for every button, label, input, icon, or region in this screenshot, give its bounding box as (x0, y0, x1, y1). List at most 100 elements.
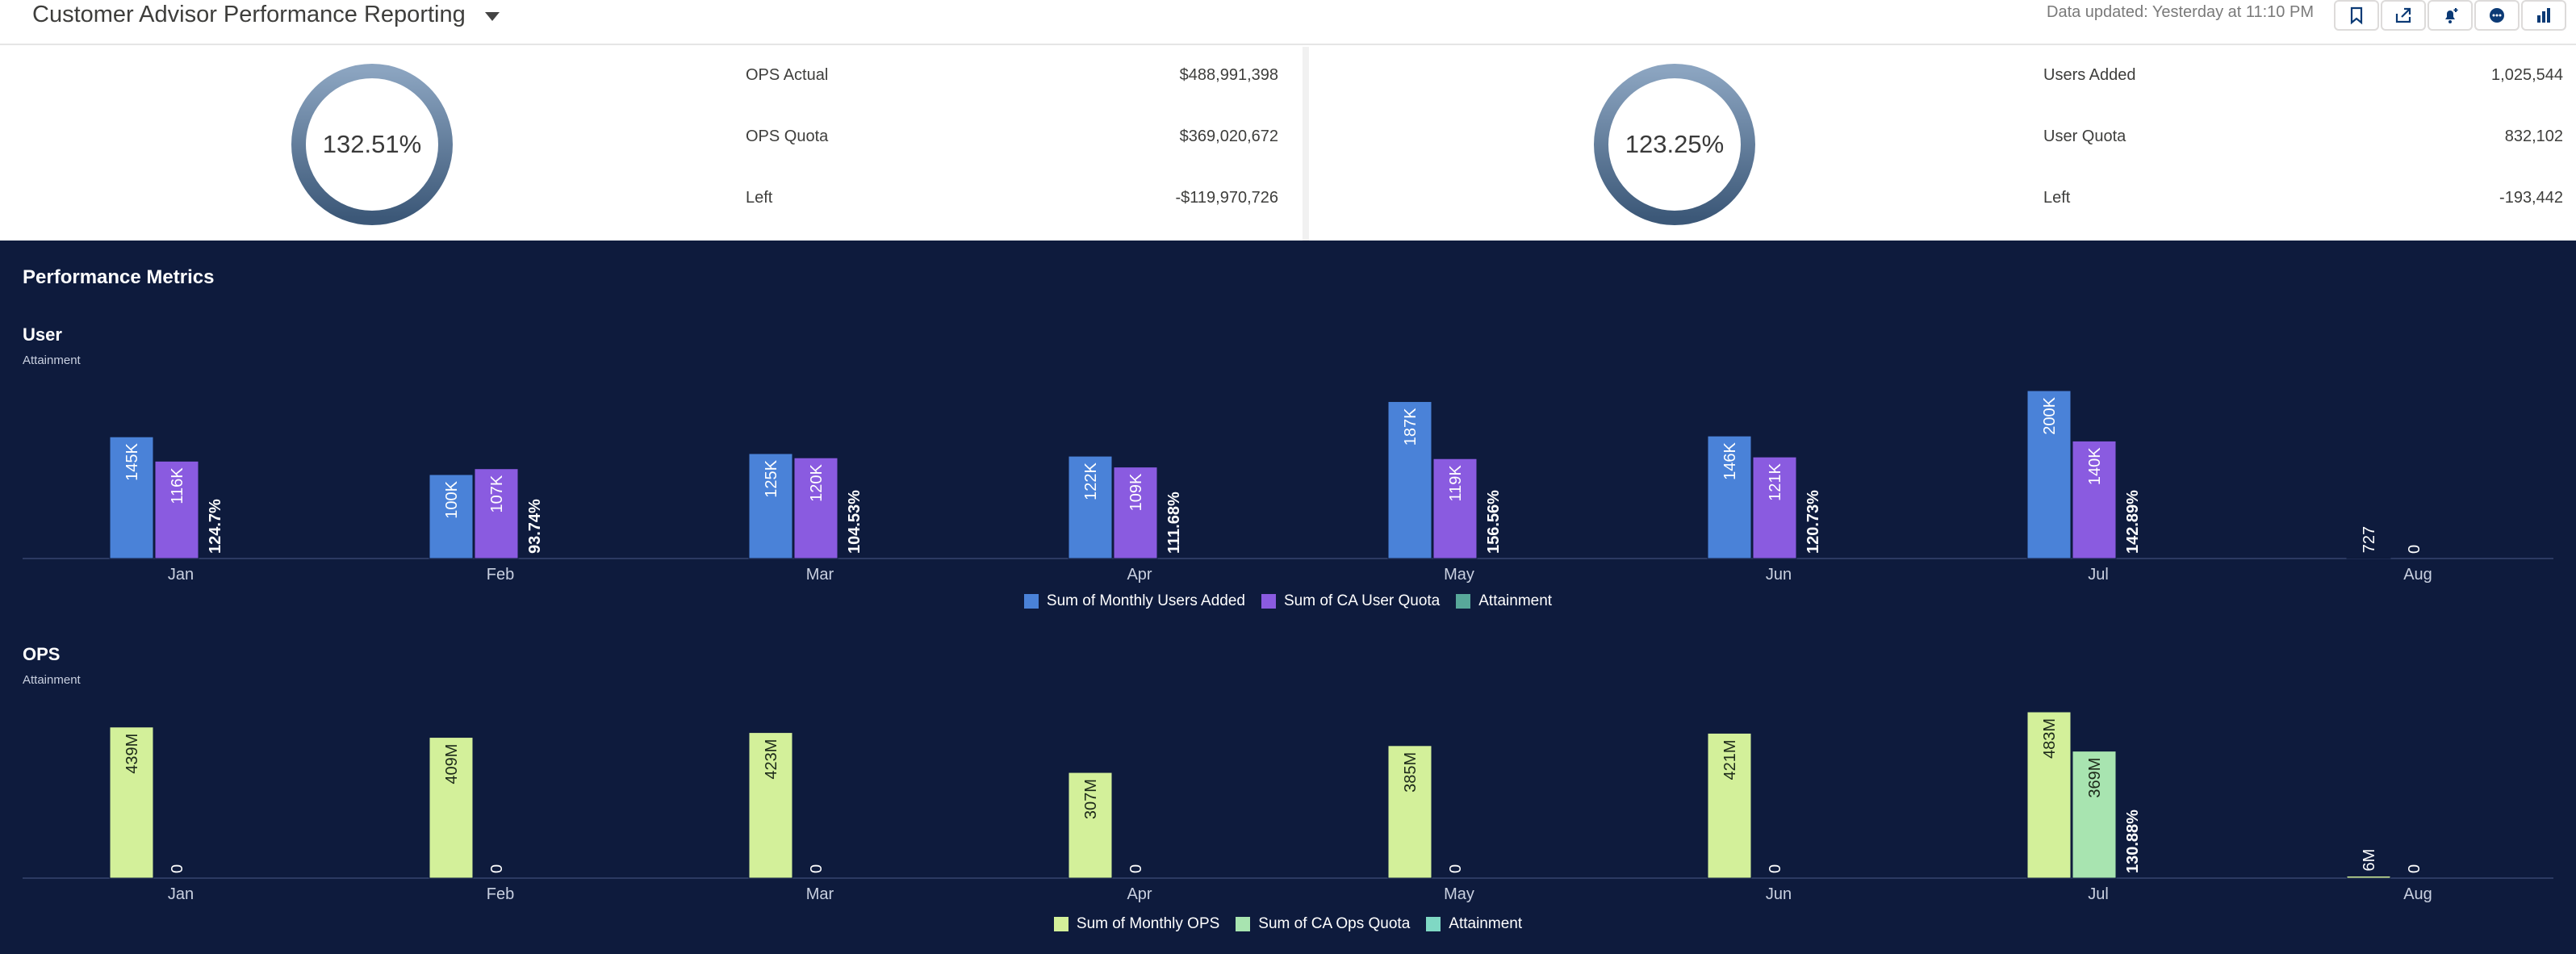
data-label: 107K (488, 475, 506, 513)
attainment-label: 104.53% (846, 490, 864, 554)
data-label: 116K (169, 467, 186, 504)
legend-item[interactable]: Sum of Monthly OPS (1053, 915, 1219, 933)
share-icon (2395, 7, 2411, 23)
legend-label: Sum of CA User Quota (1284, 592, 1441, 609)
data-label: 0 (1447, 864, 1465, 873)
kpi-value: -$119,970,726 (1175, 188, 1278, 207)
data-label: 0 (1127, 864, 1145, 873)
x-tick-label: Apr (1127, 885, 1152, 903)
data-label: 146K (1721, 442, 1739, 480)
x-tick-label: Jun (1766, 885, 1792, 903)
data-label: 0 (2406, 545, 2423, 554)
data-label: 120K (808, 464, 826, 502)
kpi-label: User Quota (2043, 127, 2126, 145)
legend-swatch (1261, 594, 1276, 609)
ops-chart-title: OPS (23, 644, 61, 664)
data-label: 119K (1447, 465, 1465, 502)
ops-bar-chart[interactable]: 439M 0 Jan 409M 0 Feb 423M 0 Mar 307M 0 Apr 385M 0 May… (0, 688, 2576, 930)
kpi-value: -193,442 (2499, 188, 2563, 207)
data-label: 409M (443, 744, 461, 785)
x-tick-label: Mar (806, 885, 834, 903)
data-label: 109K (1127, 473, 1145, 511)
attainment-label: 156.56% (1485, 490, 1503, 554)
chart-button[interactable] (2521, 0, 2566, 31)
data-label: 385M (1402, 752, 1420, 793)
kpi-row-ops-left: Left -$119,970,726 (746, 186, 1278, 210)
kpi-value: 832,102 (2504, 127, 2563, 145)
kpi-label: Left (746, 188, 773, 207)
x-tick-label: Jul (2088, 566, 2109, 584)
panel-divider (1303, 47, 1309, 241)
attainment-label: 120.73% (1804, 490, 1822, 554)
legend-swatch (1426, 917, 1441, 931)
ops-chart-subtitle: Attainment (23, 673, 81, 687)
x-tick-label: Jan (168, 566, 194, 584)
chart-icon (2537, 8, 2550, 23)
legend-swatch (1456, 594, 1471, 609)
attainment-label: 142.89% (2124, 490, 2142, 554)
user-chart-subtitle: Attainment (23, 354, 81, 367)
kpi-label: Users Added (2043, 65, 2136, 84)
data-label: 100K (443, 480, 461, 518)
legend-item[interactable]: Sum of CA Ops Quota (1236, 915, 1410, 933)
bookmark-icon (2350, 6, 2363, 25)
data-label: 0 (2406, 864, 2423, 873)
legend-label: Attainment (1478, 592, 1553, 609)
notify-icon (2445, 8, 2458, 23)
chevron-down-icon[interactable] (484, 11, 500, 21)
ops-chart-legend: Sum of Monthly OPS Sum of CA Ops Quota A… (0, 915, 2576, 933)
data-label: 125K (763, 459, 780, 497)
user-chart-title: User (23, 324, 62, 345)
legend-item[interactable]: Attainment (1426, 915, 1522, 933)
kpi-row-users-added: Users Added 1,025,544 (2043, 63, 2563, 87)
kpi-value: 1,025,544 (2491, 65, 2563, 84)
legend-label: Attainment (1449, 915, 1523, 932)
legend-swatch (1053, 917, 1068, 931)
bar-0 (2346, 875, 2391, 879)
data-label: 6M (2361, 849, 2378, 872)
data-label: 121K (1767, 463, 1784, 501)
x-tick-label: Aug (2403, 566, 2432, 584)
legend-item[interactable]: Attainment (1456, 592, 1552, 610)
notify-button[interactable] (2428, 0, 2473, 31)
x-tick-label: May (1444, 885, 1474, 903)
legend-label: Sum of Monthly Users Added (1046, 592, 1245, 609)
data-label: 0 (808, 864, 826, 873)
legend-swatch (1023, 594, 1039, 609)
attainment-label: 93.74% (526, 499, 544, 554)
users-attainment-value: 123.25% (1625, 130, 1725, 158)
x-tick-label: Feb (487, 566, 514, 584)
x-tick-label: Jun (1766, 566, 1792, 584)
x-tick-label: Jan (168, 885, 194, 903)
data-label: 122K (1082, 462, 1100, 500)
share-button[interactable] (2381, 0, 2426, 31)
page-header: Customer Advisor Performance Reporting D… (0, 0, 2576, 45)
dashboard-title-dropdown[interactable]: Customer Advisor Performance Reporting (32, 0, 500, 29)
user-bar-chart[interactable]: 145K 116K 124.7% Jan 100K 107K 93.74% Feb 125K 12… (0, 368, 2576, 610)
users-kpi-panel: 123.25% Users Added 1,025,544 User Quota… (1309, 47, 2576, 241)
bookmark-button[interactable] (2334, 0, 2379, 31)
user-chart-legend: Sum of Monthly Users Added Sum of CA Use… (0, 592, 2576, 610)
legend-swatch (1236, 917, 1251, 931)
kpi-label: OPS Actual (746, 65, 829, 84)
legend-item[interactable]: Sum of Monthly Users Added (1023, 592, 1245, 610)
attainment-label: 111.68% (1165, 492, 1183, 554)
legend-item[interactable]: Sum of CA User Quota (1261, 592, 1440, 610)
ops-attainment-value: 132.51% (322, 130, 422, 158)
data-label: 0 (488, 864, 506, 873)
kpi-label: OPS Quota (746, 127, 829, 145)
section-title: Performance Metrics (23, 266, 215, 288)
data-label: 421M (1721, 739, 1739, 780)
x-tick-label: Aug (2403, 885, 2432, 903)
data-label: 140K (2086, 447, 2104, 485)
data-label: 439M (123, 734, 141, 774)
data-label: 145K (123, 443, 141, 481)
chat-button[interactable] (2474, 0, 2520, 31)
kpi-row-user-quota: User Quota 832,102 (2043, 124, 2563, 149)
x-tick-label: Feb (487, 885, 514, 903)
page-title: Customer Advisor Performance Reporting (32, 1, 466, 27)
kpi-label: Left (2043, 188, 2071, 207)
data-label: 0 (1767, 864, 1784, 873)
data-label: 0 (169, 864, 186, 873)
data-label: 187K (1402, 408, 1420, 446)
